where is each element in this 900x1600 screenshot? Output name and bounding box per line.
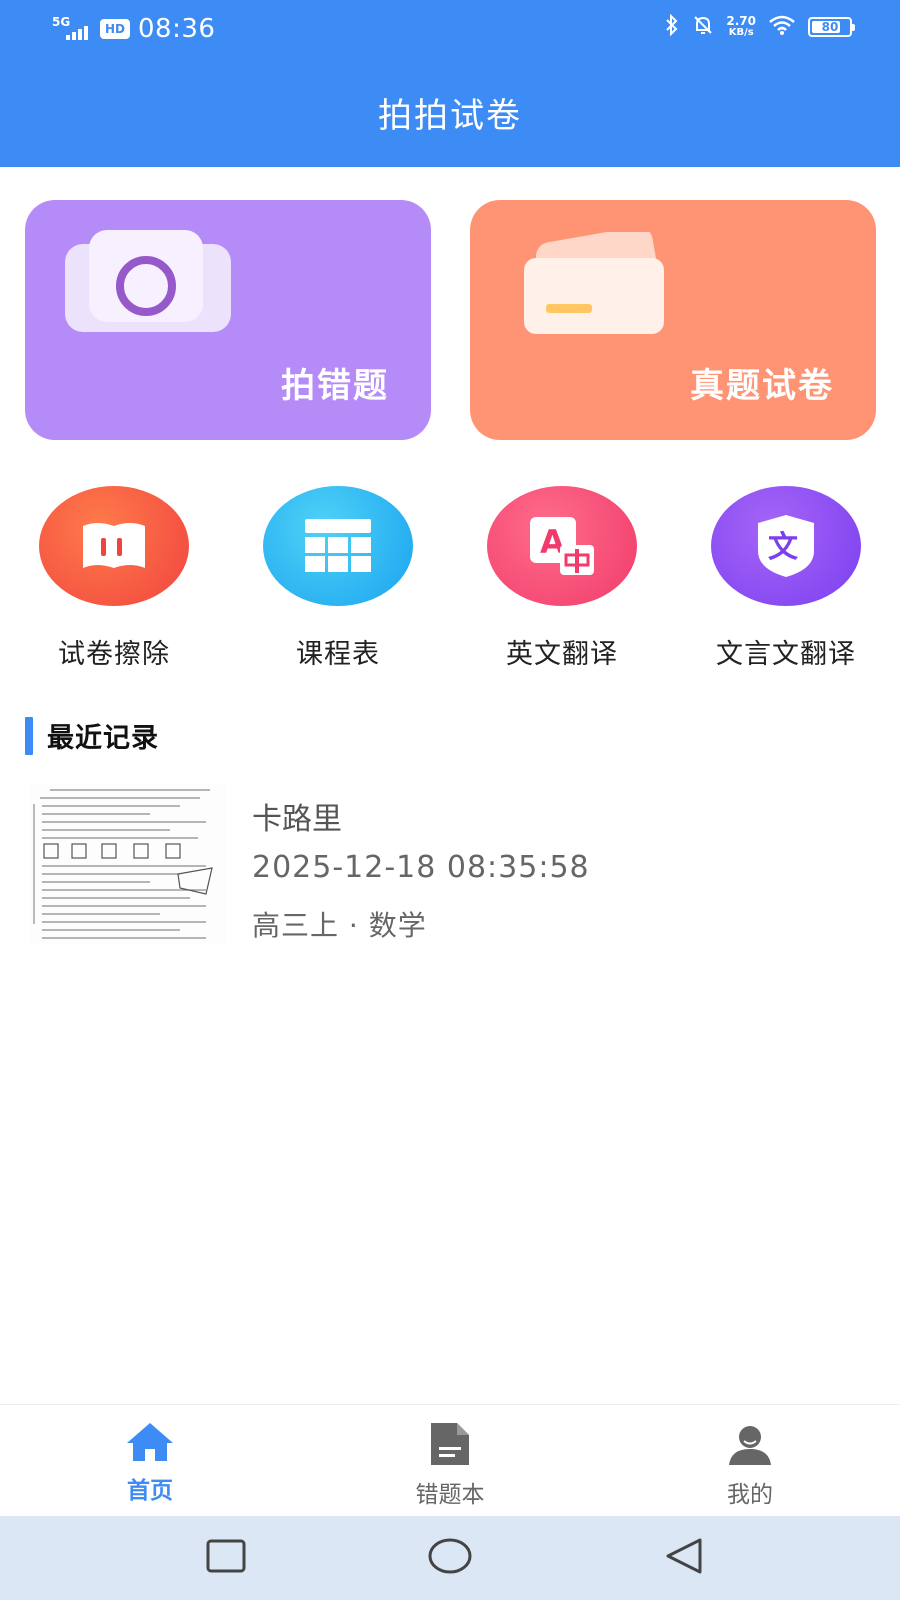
shortcut-label: 英文翻译 <box>506 639 618 670</box>
page-title: 拍拍试卷 <box>378 96 522 136</box>
signal-bars-icon <box>66 26 88 40</box>
shortcut-paper-erase[interactable]: 试卷擦除 <box>24 486 204 671</box>
camera-icon <box>65 228 245 344</box>
hd-badge: HD <box>100 19 131 39</box>
nav-label: 首页 <box>127 1478 173 1504</box>
nav-mine[interactable]: 我的 <box>660 1421 840 1509</box>
shortcut-english-translate[interactable]: A 英文翻译 <box>472 486 652 671</box>
translate-icon: A <box>487 486 637 606</box>
square-icon <box>206 1539 246 1577</box>
speed-unit: KB/s <box>728 27 754 38</box>
battery-icon: 80 <box>808 17 855 37</box>
nav-label: 错题本 <box>415 1482 485 1508</box>
card-icon <box>520 226 670 346</box>
card-label: 拍错题 <box>281 366 389 406</box>
bottom-navigation: 首页 错题本 我的 <box>0 1404 900 1516</box>
recent-section-header: 最近记录 <box>25 716 159 755</box>
card-label: 真题试卷 <box>690 366 834 406</box>
back-button[interactable] <box>654 1536 714 1580</box>
shortcut-label: 课程表 <box>296 639 380 670</box>
svg-text:文: 文 <box>768 530 798 565</box>
wifi-icon <box>768 14 796 40</box>
recent-record-item[interactable]: 卡路里 2025-12-18 08:35:58 高三上 · 数学 <box>30 780 870 945</box>
shortcut-timetable[interactable]: 课程表 <box>248 486 428 671</box>
nav-home[interactable]: 首页 <box>60 1421 240 1505</box>
home-icon <box>125 1423 175 1467</box>
status-bar: 5G HD 08:36 2.70 KB/s 80 <box>0 0 900 56</box>
mute-bell-icon <box>692 14 714 40</box>
table-icon <box>263 486 413 606</box>
exam-thumbnail-image <box>30 784 226 944</box>
record-title: 卡路里 <box>252 802 342 837</box>
home-system-button[interactable] <box>420 1536 480 1580</box>
shortcut-classical-translate[interactable]: 文 文言文翻译 <box>696 486 876 671</box>
nav-label: 我的 <box>727 1482 773 1508</box>
recent-apps-button[interactable] <box>196 1536 256 1580</box>
circle-icon <box>427 1537 473 1579</box>
status-right: 2.70 KB/s 80 <box>664 13 855 40</box>
bluetooth-icon <box>664 13 680 40</box>
shortcut-label: 文言文翻译 <box>716 639 856 670</box>
battery-level: 80 <box>821 20 839 34</box>
record-grade-subject: 高三上 · 数学 <box>252 909 427 942</box>
section-title: 最近记录 <box>47 723 159 754</box>
status-time: 08:36 <box>138 14 216 44</box>
app-header: 5G HD 08:36 2.70 KB/s 80 拍拍试卷 <box>0 0 900 167</box>
system-navigation-bar <box>0 1516 900 1600</box>
speed-value: 2.70 <box>726 14 756 28</box>
back-triangle-icon <box>664 1537 704 1579</box>
eraser-book-icon <box>39 486 189 606</box>
shortcut-label: 试卷擦除 <box>58 639 170 670</box>
status-left: 5G HD 08:36 <box>52 14 215 44</box>
classical-text-icon: 文 <box>711 486 861 606</box>
section-accent-bar <box>25 716 33 755</box>
card-photo-mistakes[interactable]: 拍错题 <box>25 200 431 440</box>
user-icon <box>727 1426 773 1471</box>
signal-indicator: 5G <box>52 16 92 42</box>
nav-mistake-book[interactable]: 错题本 <box>360 1421 540 1509</box>
record-timestamp: 2025-12-18 08:35:58 <box>252 850 590 885</box>
card-real-exam[interactable]: 真题试卷 <box>470 200 876 440</box>
document-icon <box>427 1423 473 1471</box>
network-speed: 2.70 KB/s <box>726 15 756 39</box>
